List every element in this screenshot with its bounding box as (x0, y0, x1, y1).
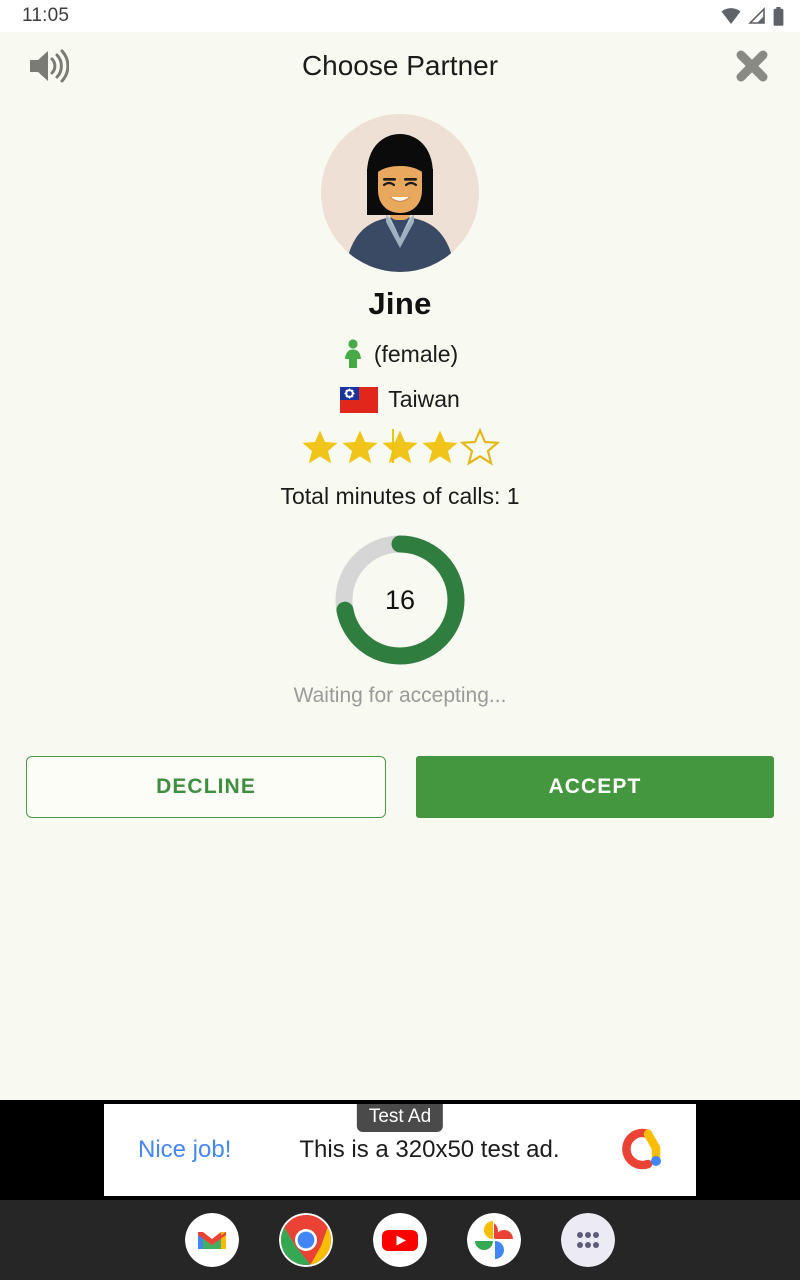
ad-container: Test Ad Nice job! This is a 320x50 test … (0, 1100, 800, 1200)
status-icon-group (721, 6, 784, 26)
total-minutes-label: Total minutes of calls: 1 (280, 483, 520, 509)
admob-logo-icon (622, 1128, 661, 1169)
youtube-icon[interactable] (373, 1213, 427, 1267)
close-icon (736, 50, 768, 82)
system-dock (0, 1200, 800, 1280)
waiting-status-text: Waiting for accepting... (293, 684, 507, 707)
star-filled-icon (302, 430, 338, 464)
avatar (321, 114, 479, 272)
ad-badge: Test Ad (356, 1104, 444, 1132)
country-label: Taiwan (388, 386, 460, 412)
taiwan-flag-icon (340, 386, 379, 413)
gender-label: (female) (373, 340, 459, 367)
close-button[interactable] (728, 42, 776, 90)
female-avatar-illustration (321, 114, 479, 272)
ad-cta-text[interactable]: Nice job! (138, 1136, 231, 1164)
status-bar: 11:05 (0, 0, 800, 32)
cellular-signal-icon (748, 7, 765, 24)
app-content: Choose Partner Jine (female) Taiwan Tota… (0, 32, 800, 1200)
gender-row: (female) (342, 339, 458, 369)
rating-divider (392, 429, 394, 463)
speaker-toggle-button[interactable] (24, 42, 72, 90)
admob-logo (618, 1124, 666, 1177)
rating-stars (300, 427, 500, 467)
female-figure-icon (344, 339, 361, 368)
status-clock: 11:05 (22, 5, 70, 26)
countdown-section: 16 Waiting for accepting... (0, 532, 800, 708)
action-buttons: DECLINE ACCEPT (0, 756, 800, 818)
star-outline-icon (460, 427, 500, 466)
star-filled-icon (422, 430, 458, 464)
country-row: Taiwan (340, 386, 460, 413)
star-filled-icon (342, 430, 378, 464)
decline-button[interactable]: DECLINE (26, 756, 386, 818)
profile-info: Jine (female) Taiwan Total minutes of ca… (0, 286, 800, 510)
accept-button[interactable]: ACCEPT (416, 756, 774, 818)
ad-banner[interactable]: Test Ad Nice job! This is a 320x50 test … (104, 1104, 696, 1196)
chrome-icon[interactable] (279, 1213, 333, 1267)
app-drawer-icon[interactable] (561, 1213, 615, 1267)
wifi-icon (721, 8, 741, 24)
star-filled-icon (382, 430, 418, 464)
page-title: Choose Partner (301, 50, 499, 81)
ad-body-text: This is a 320x50 test ad. (299, 1136, 560, 1163)
avatar-container (0, 114, 800, 272)
gmail-icon[interactable] (185, 1213, 239, 1267)
phone-screen: 11:05 Choose Partner Jine (female) Taiwa… (0, 0, 800, 1280)
countdown-value: 16 (384, 584, 416, 615)
battery-icon (773, 6, 784, 26)
speaker-on-icon (30, 49, 69, 83)
app-bar: Choose Partner (0, 32, 800, 100)
countdown-ring: 16 (332, 532, 468, 668)
google-photos-icon[interactable] (467, 1213, 521, 1267)
partner-name: Jine (368, 286, 432, 321)
